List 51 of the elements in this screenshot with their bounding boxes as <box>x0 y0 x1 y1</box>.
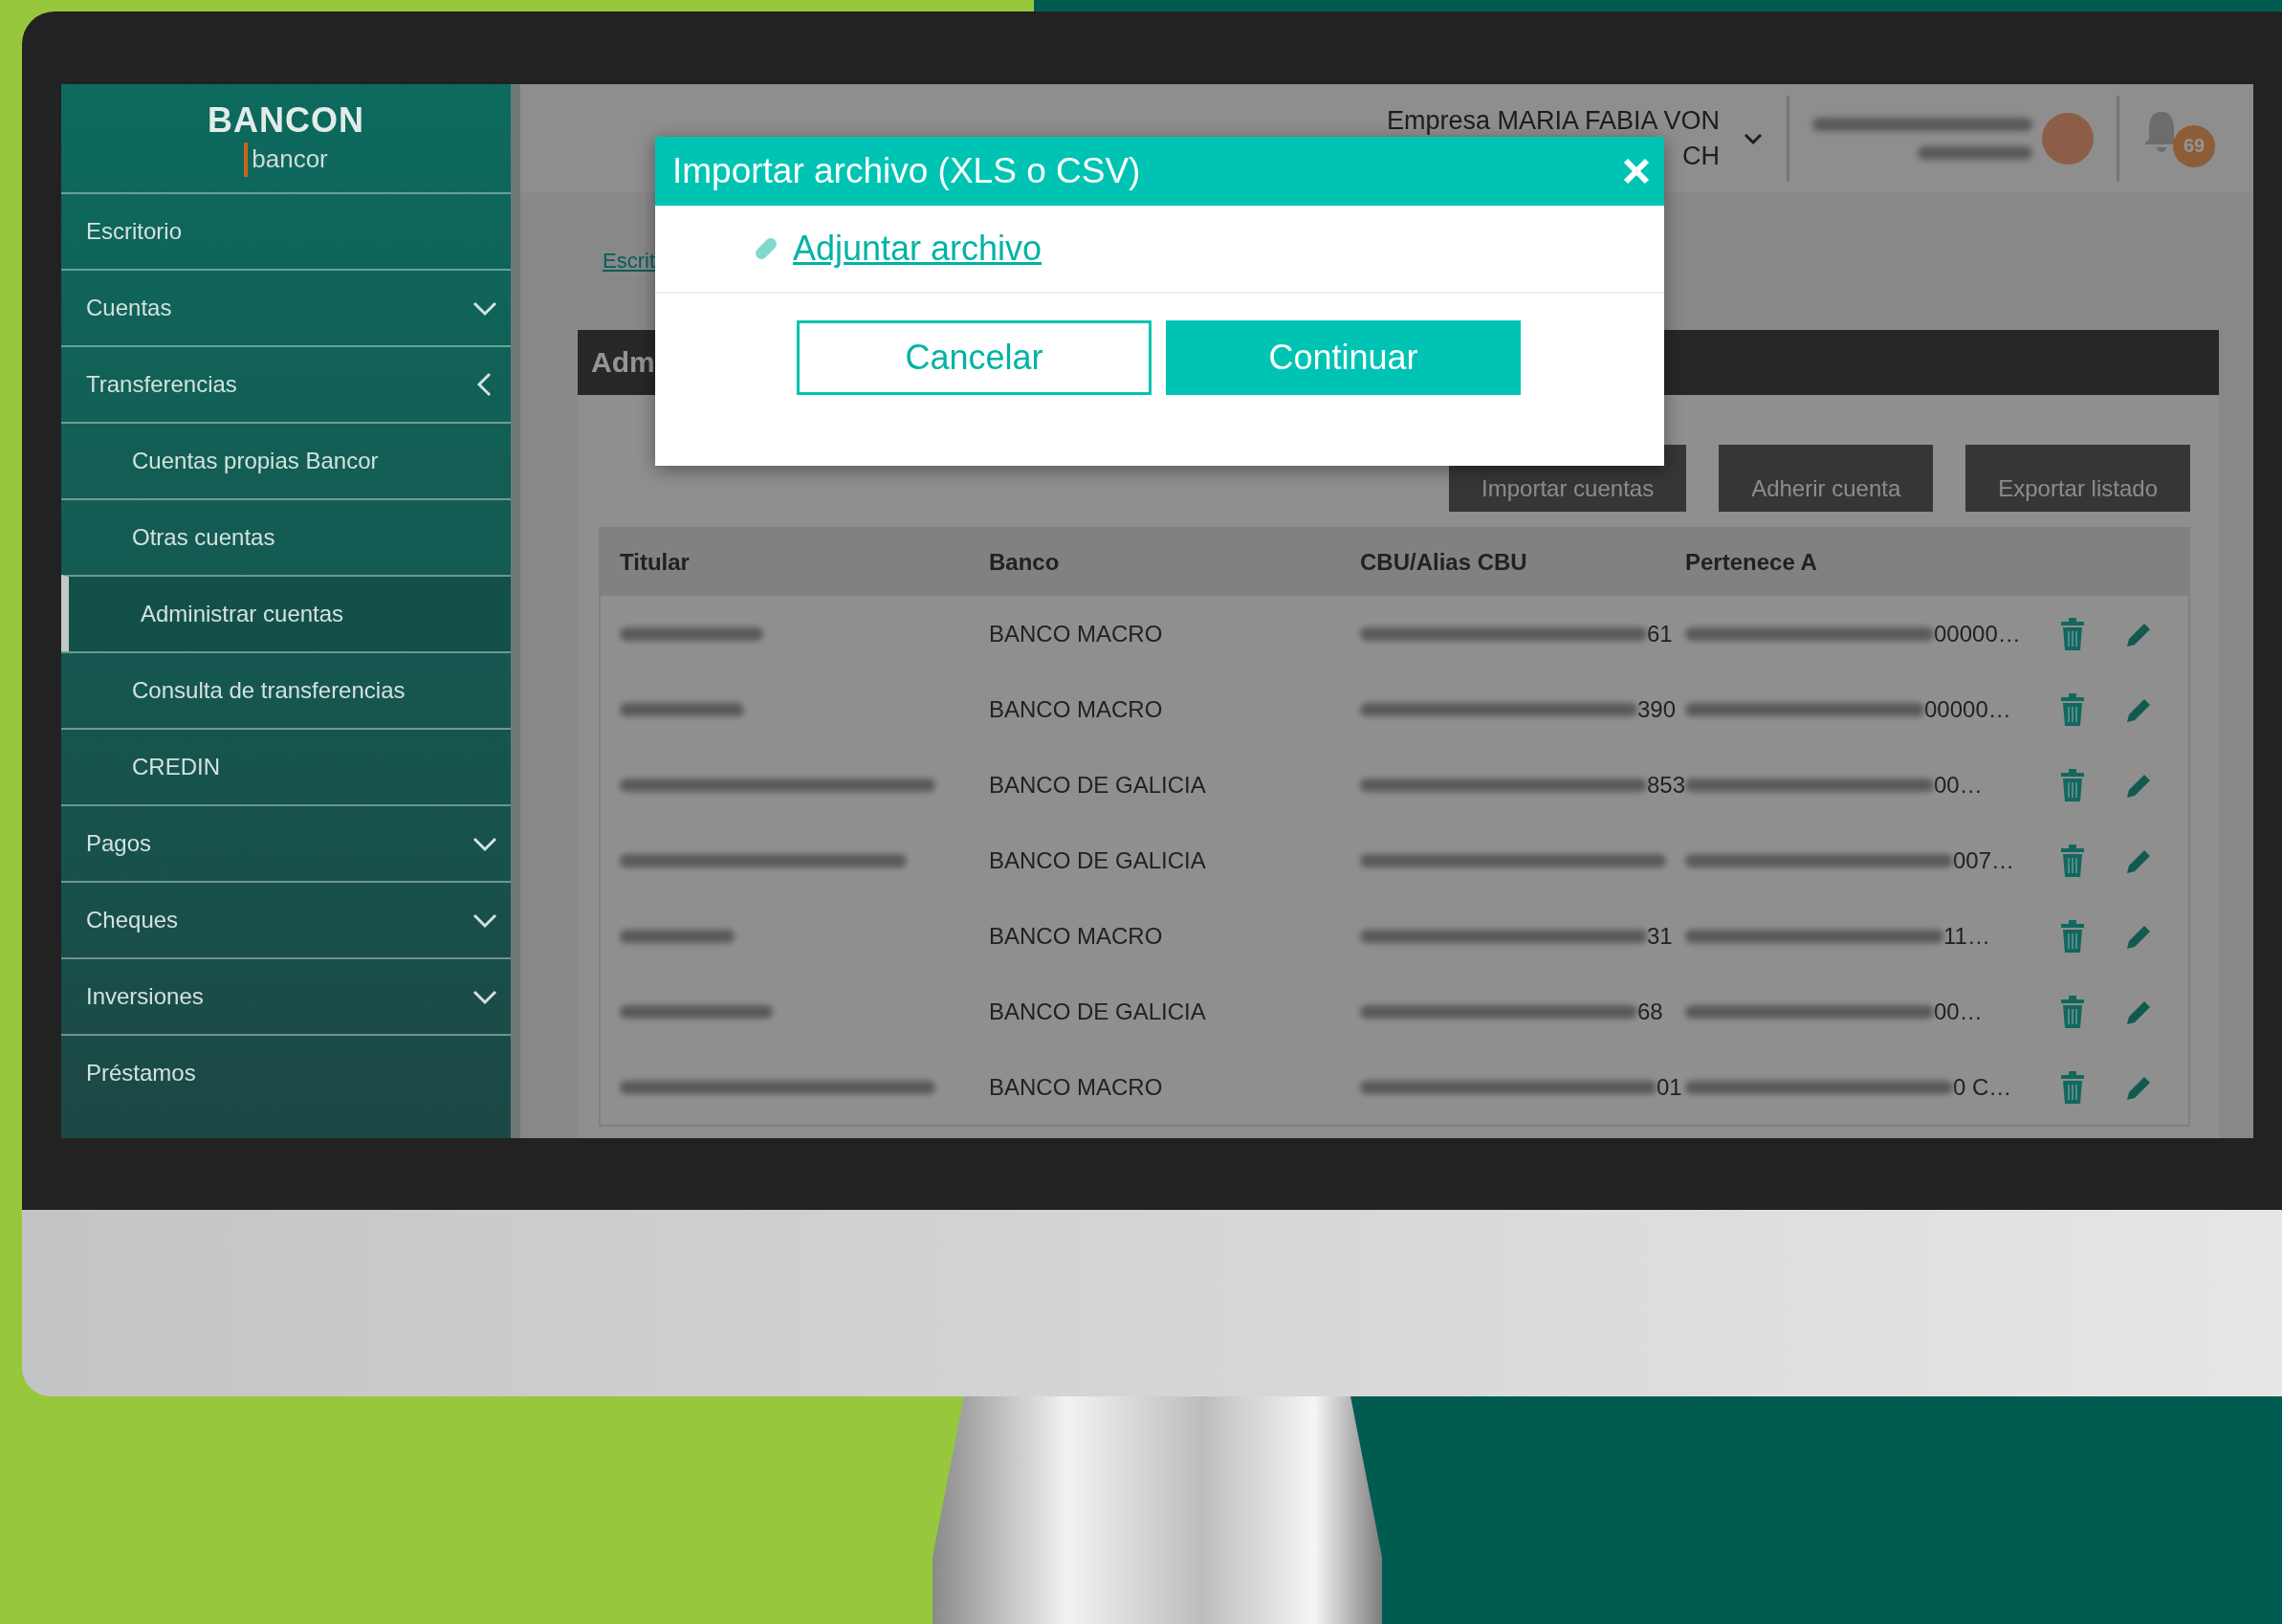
table-cell: 00000… <box>1924 695 2011 723</box>
sidebar-item[interactable]: Consulta de transferencias <box>61 651 511 728</box>
table-cell-text: BANCO DE GALICIA <box>989 771 1207 799</box>
action-button[interactable]: Exportar listado <box>1965 445 2190 512</box>
logo-mark <box>244 142 249 177</box>
logo-text: BANCON <box>208 99 364 141</box>
table-cell: 00… <box>1934 771 1983 799</box>
column-header: Titular <box>620 549 691 576</box>
avatar-icon[interactable] <box>2042 112 2094 165</box>
close-icon[interactable] <box>1622 157 1651 186</box>
column-header: Pertenece A <box>1685 549 1818 576</box>
table-cell-text: BANCO DE GALICIA <box>989 846 1207 874</box>
table-cell-text: BANCO MACRO <box>989 695 1164 723</box>
table-cell: 61 <box>1647 620 1673 647</box>
sidebar-item[interactable]: Cheques <box>61 881 511 957</box>
logo-subtitle: bancor <box>252 144 328 174</box>
table-cell: 0 C… <box>1953 1073 2012 1101</box>
sidebar-item[interactable]: Inversiones <box>61 957 511 1034</box>
trash-icon[interactable] <box>2058 692 2087 726</box>
table-cell: 11… <box>1943 922 1990 950</box>
column-header: Banco <box>989 549 1061 576</box>
trash-icon[interactable] <box>2058 768 2087 801</box>
trash-icon[interactable] <box>2058 1070 2087 1104</box>
sidebar-item[interactable]: CREDIN <box>61 728 511 804</box>
sidebar-item[interactable]: Escritorio <box>61 192 511 269</box>
trash-icon[interactable] <box>2058 995 2087 1028</box>
table-cell-text: BANCO DE GALICIA <box>989 998 1207 1025</box>
table-cell: 00… <box>1934 998 1983 1025</box>
table-cell: 68 <box>1637 998 1663 1025</box>
table-cell: 00000… <box>1934 620 2021 647</box>
table-cell: 007… <box>1953 846 2015 874</box>
trash-icon[interactable] <box>2058 844 2087 877</box>
sidebar-item[interactable]: Préstamos <box>61 1034 511 1110</box>
trash-icon[interactable] <box>2058 919 2087 953</box>
table-cell-text: BANCO MACRO <box>989 620 1164 647</box>
table-cell-text: BANCO MACRO <box>989 922 1164 950</box>
table-cell-text: BANCO MACRO <box>989 1073 1164 1101</box>
table-cell: 31 <box>1647 922 1673 950</box>
sidebar-item[interactable]: Administrar cuentas <box>61 575 511 651</box>
sidebar-item[interactable]: Cuentas propias Bancor <box>61 422 511 498</box>
trash-icon[interactable] <box>2058 617 2087 650</box>
sidebar-item[interactable]: Transferencias <box>61 345 511 422</box>
notification-badge: 69 <box>2173 124 2215 167</box>
dialog-title: Importar archivo (XLS o CSV) <box>672 151 1141 191</box>
action-button[interactable]: Adherir cuenta <box>1719 445 1934 512</box>
table-cell: 01 <box>1657 1073 1682 1101</box>
sidebar-item[interactable]: Pagos <box>61 804 511 881</box>
table-cell: 853 <box>1646 771 1685 799</box>
column-header: CBU/Alias CBU <box>1360 549 1528 576</box>
sidebar-item[interactable]: Cuentas <box>61 269 511 345</box>
table-cell: 390 <box>1637 695 1677 723</box>
